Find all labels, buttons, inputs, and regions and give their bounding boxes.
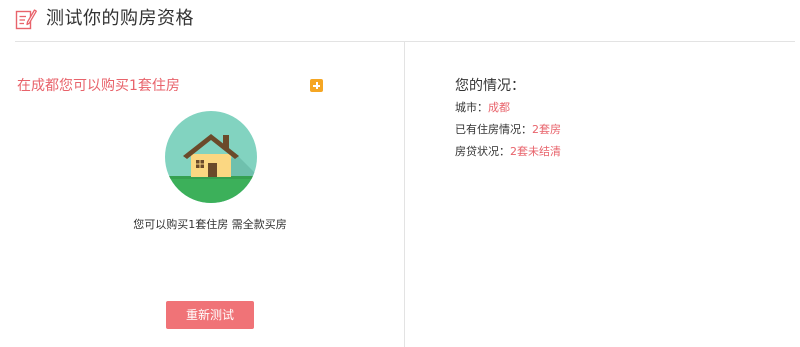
info-row-city: 城市：成都 — [455, 100, 510, 116]
page-title: 测试你的购房资格 — [46, 8, 194, 29]
info-label: 房贷状况： — [455, 145, 510, 158]
header-divider — [15, 41, 795, 42]
situation-title: 您的情况： — [455, 78, 525, 94]
info-value: 成都 — [488, 101, 510, 114]
house-icon — [165, 111, 257, 203]
page-header: 测试你的购房资格 — [0, 0, 800, 42]
column-divider — [404, 42, 405, 347]
plus-square-icon[interactable] — [310, 79, 323, 92]
info-label: 已有住房情况： — [455, 123, 532, 136]
result-heading: 在成都您可以购买1套住房 — [17, 78, 180, 94]
info-row-owned-housing: 已有住房情况：2套房 — [455, 122, 561, 138]
result-caption: 您可以购买1套住房 需全款买房 — [133, 218, 287, 231]
info-value: 2套房 — [532, 123, 561, 136]
info-label: 城市： — [455, 101, 488, 114]
edit-document-icon — [15, 9, 37, 30]
info-value: 2套未结清 — [510, 145, 561, 158]
info-row-mortgage-status: 房贷状况：2套未结清 — [455, 144, 561, 160]
retest-button[interactable]: 重新测试 — [166, 301, 254, 329]
